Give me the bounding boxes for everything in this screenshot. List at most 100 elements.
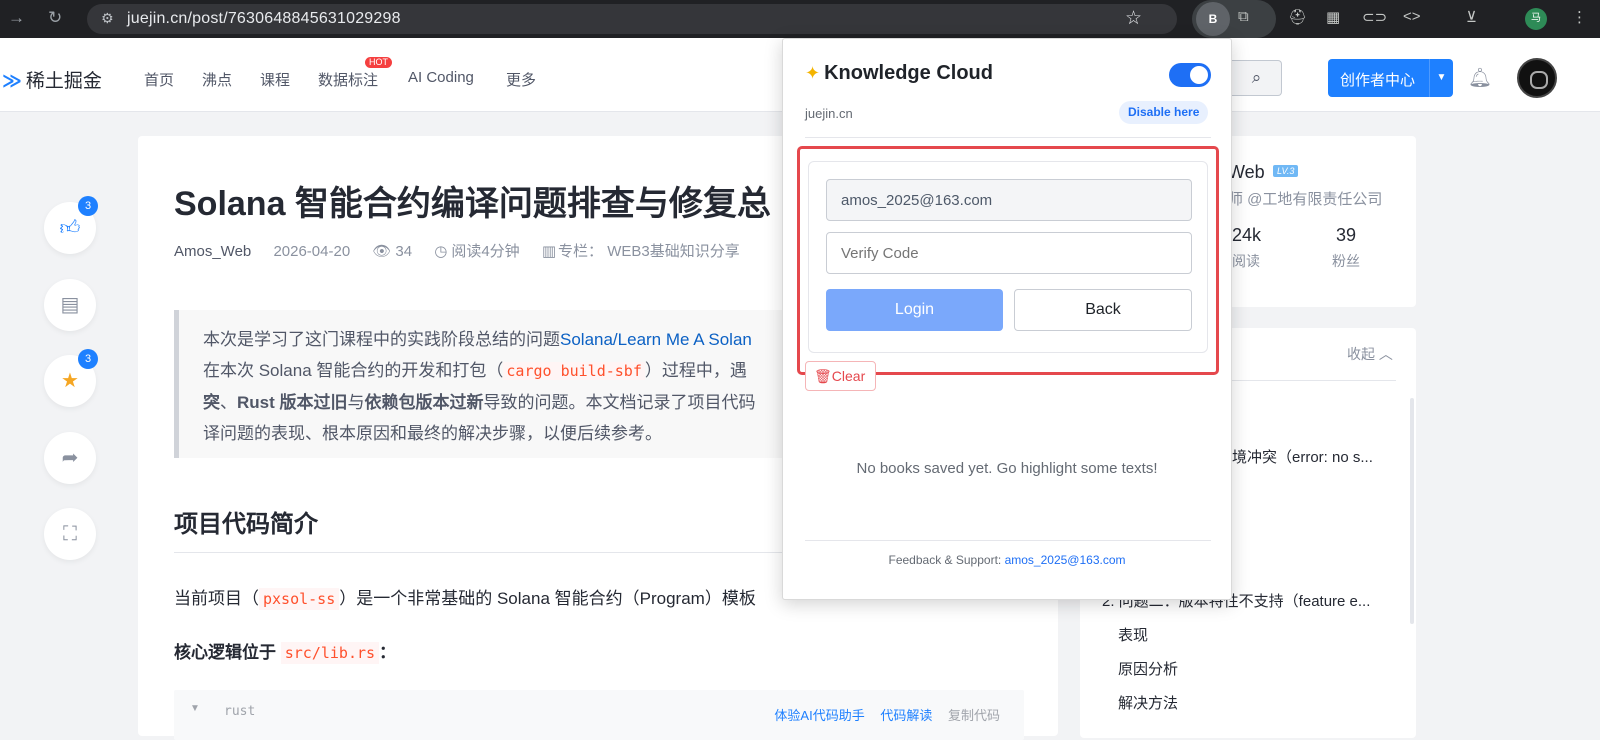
- hot-badge: HOT: [365, 57, 392, 68]
- column-link[interactable]: 专栏： WEB3基础知识分享: [558, 243, 740, 260]
- url-text[interactable]: juejin.cn/post/7630648845631029298: [127, 10, 401, 28]
- toc-subitem[interactable]: 原因分析: [1118, 658, 1178, 679]
- paragraph-text: ：: [379, 643, 397, 662]
- intro-blockquote: 本次是学习了这门课程中的实践阶段总结的问题Solana/Learn Me A S…: [174, 310, 814, 458]
- puzzle-extension-icon[interactable]: ⧉: [1238, 8, 1249, 25]
- code-icon[interactable]: <>: [1403, 8, 1421, 25]
- chevron-down-icon[interactable]: ▼: [1429, 59, 1453, 97]
- support-email-link[interactable]: amos_2025@163.com: [1005, 553, 1126, 567]
- qr-code-icon[interactable]: ▦: [1326, 8, 1340, 26]
- like-count-badge: 3: [78, 196, 98, 216]
- menu-kebab-icon[interactable]: ⋮: [1572, 8, 1587, 26]
- inline-code: pxsol-ss: [259, 588, 340, 610]
- quote-text: 译问题的表现、根本原因和最终的解决步骤，以便后续参考。: [203, 424, 662, 443]
- nav-ai-coding[interactable]: AI Coding: [408, 69, 474, 86]
- email-field[interactable]: [826, 179, 1192, 221]
- enable-toggle[interactable]: [1169, 63, 1211, 87]
- toc-subitem[interactable]: 解决方法: [1118, 692, 1178, 713]
- fans-label: 粉丝: [1332, 253, 1360, 269]
- paragraph: 核心逻辑位于 src/lib.rs：: [174, 638, 397, 664]
- trash-icon: 🗑︎: [814, 368, 832, 384]
- quote-text: 与: [347, 393, 365, 412]
- user-avatar[interactable]: [1517, 58, 1557, 98]
- inline-code: src/lib.rs: [280, 642, 380, 664]
- share-icon: ➦: [61, 447, 79, 469]
- link-icon[interactable]: ⊂⊃: [1362, 8, 1387, 26]
- read-time: 阅读4分钟: [451, 243, 520, 260]
- column-icon: ▥: [541, 243, 557, 260]
- author-link[interactable]: Amos_Web: [174, 243, 251, 260]
- creator-center-label: 创作者中心: [1340, 72, 1416, 89]
- share-button[interactable]: ➦: [44, 432, 96, 484]
- disable-here-button[interactable]: Disable here: [1119, 101, 1209, 124]
- creator-center-button[interactable]: 创作者中心 ▼: [1328, 59, 1453, 97]
- forward-icon[interactable]: →: [8, 8, 25, 28]
- login-button[interactable]: Login: [826, 289, 1003, 331]
- quote-text: ）过程中，遇: [644, 361, 747, 380]
- nav-data-labeling[interactable]: 数据标注: [318, 69, 378, 90]
- code-tools: 体验AI代码助手 代码解读 复制代码: [762, 705, 1000, 724]
- collapse-triangle-icon[interactable]: ▼: [190, 703, 200, 714]
- nav-pins[interactable]: 沸点: [202, 69, 232, 90]
- nav-more[interactable]: 更多: [506, 69, 536, 90]
- verify-code-input[interactable]: [826, 232, 1192, 274]
- ai-assistant-link[interactable]: 体验AI代码助手: [774, 708, 864, 723]
- profile-avatar[interactable]: 马: [1525, 8, 1547, 30]
- bell-icon[interactable]: 🔔︎: [1468, 66, 1492, 90]
- footer-label: Feedback & Support:: [888, 553, 1002, 567]
- clear-button[interactable]: 🗑︎Clear: [805, 361, 877, 391]
- fullscreen-button[interactable]: ⛶: [44, 508, 96, 560]
- code-block-header: ▼ rust 体验AI代码助手 代码解读 复制代码: [174, 690, 1024, 740]
- reads-value: 24k: [1232, 225, 1262, 245]
- incognito-icon[interactable]: ⛑: [1288, 8, 1307, 26]
- chevron-up-icon: ︿: [1378, 346, 1393, 362]
- site-info-icon[interactable]: ⚙: [101, 10, 114, 27]
- bookmark-star-icon[interactable]: ☆: [1125, 7, 1142, 30]
- search-button[interactable]: ⌕: [1232, 60, 1282, 96]
- toc-scrollbar[interactable]: [1410, 398, 1414, 624]
- copy-code-button[interactable]: 复制代码: [948, 708, 1000, 723]
- back-button[interactable]: Back: [1014, 289, 1192, 331]
- code-explain-link[interactable]: 代码解读: [880, 708, 932, 723]
- toc-item[interactable]: 境冲突（error: no s...: [1232, 446, 1373, 467]
- quote-bold: 突: [203, 393, 220, 412]
- download-icon[interactable]: ⊻: [1466, 8, 1477, 26]
- reload-icon[interactable]: ↻: [48, 8, 62, 28]
- address-bar[interactable]: ⚙ juejin.cn/post/7630648845631029298 ☆: [87, 4, 1177, 34]
- sparkle-star-icon: ✦: [805, 63, 821, 83]
- toc-subitem[interactable]: 表现: [1118, 624, 1148, 645]
- browser-toolbar: → ↻ ⚙ juejin.cn/post/7630648845631029298…: [0, 0, 1600, 38]
- article-meta: Amos_Web 2026-04-20 👁︎ 34 ◷ 阅读4分钟 ▥ 专栏： WEB…: [174, 240, 758, 261]
- extension-b-button[interactable]: B: [1196, 2, 1230, 36]
- quote-text: 在本次 Solana 智能合约的开发和打包（: [203, 361, 504, 380]
- reads-label: 阅读: [1232, 253, 1260, 269]
- inline-code: cargo build-sbf: [503, 362, 645, 380]
- search-icon: ⌕: [1251, 68, 1262, 87]
- like-button[interactable]: 👍︎ 3: [44, 196, 98, 254]
- clear-label: Clear: [831, 368, 866, 384]
- paragraph-text: 核心逻辑位于: [174, 643, 276, 662]
- quote-text: 本次是学习了这门课程中的实践阶段总结的问题: [203, 330, 560, 349]
- favorite-button[interactable]: ★ 3: [44, 349, 98, 407]
- popup-divider: [805, 137, 1211, 138]
- site-logo[interactable]: ≫ 稀土掘金: [2, 66, 102, 93]
- toc-collapse-button[interactable]: 收起 ︿: [1347, 344, 1393, 364]
- comment-icon: ▤: [60, 294, 80, 316]
- code-language: rust: [224, 704, 256, 719]
- empty-state-message: No books saved yet. Go highlight some te…: [856, 460, 1158, 477]
- nav-courses[interactable]: 课程: [260, 69, 290, 90]
- level-badge: LV.3: [1273, 165, 1299, 177]
- quote-bold: Rust 版本过旧: [237, 393, 348, 412]
- author-name[interactable]: Web: [1228, 162, 1265, 183]
- comment-button[interactable]: ▤: [44, 279, 96, 331]
- popup-footer: Feedback & Support: amos_2025@163.com: [783, 553, 1231, 567]
- paragraph-text: 当前项目（: [174, 589, 259, 608]
- author-company: 师 @工地有限责任公司: [1228, 191, 1383, 208]
- login-form: Login Back: [808, 161, 1208, 353]
- nav-home[interactable]: 首页: [144, 69, 174, 90]
- knowledge-cloud-popup: ✦ Knowledge Cloud juejin.cn Disable here …: [782, 38, 1232, 600]
- toc-collapse-label: 收起: [1347, 346, 1375, 362]
- clock-icon: ◷: [434, 243, 448, 260]
- course-link[interactable]: Solana/Learn Me A Solan: [560, 330, 752, 349]
- fullscreen-icon: ⛶: [63, 523, 77, 545]
